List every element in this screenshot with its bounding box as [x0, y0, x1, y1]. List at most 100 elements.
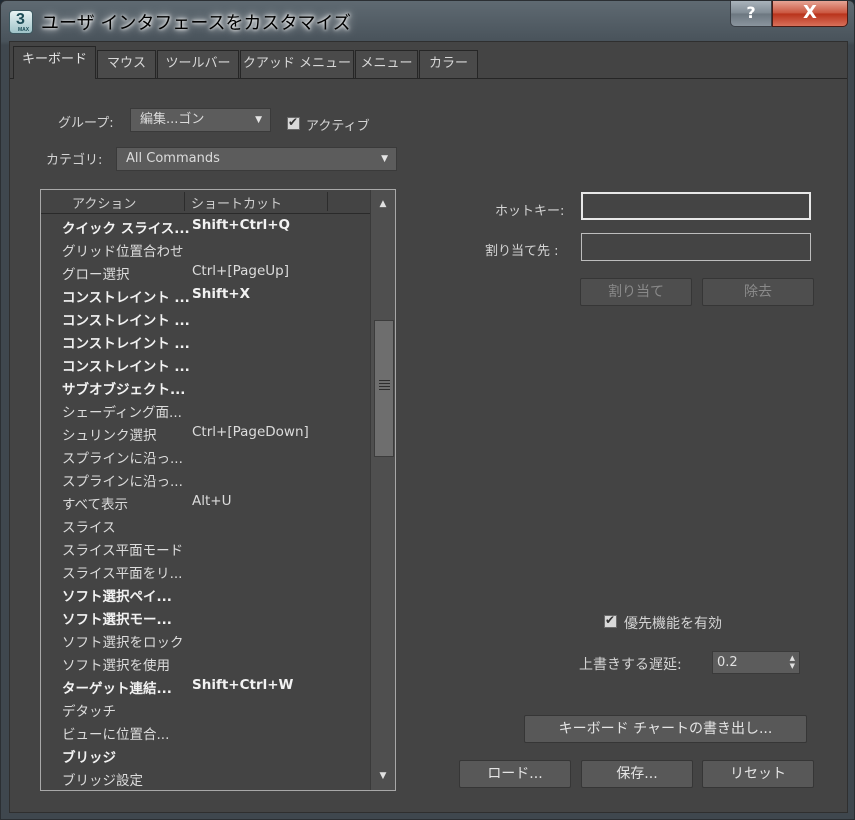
list-row[interactable]: デタッチ [41, 697, 370, 720]
save-button[interactable]: 保存... [581, 760, 693, 788]
column-header-action[interactable]: アクション [72, 193, 136, 212]
action-cell: ソフト選択モー... [62, 612, 172, 628]
active-checkbox-label: アクティブ [306, 119, 370, 134]
list-row[interactable]: グリッド位置合わせ [41, 237, 370, 260]
list-row[interactable]: ブリッジ設定 [41, 766, 370, 789]
category-dropdown-value: All Commands [126, 151, 220, 166]
action-cell: ビューに位置合... [62, 727, 170, 743]
tab-menus[interactable]: メニュー [355, 50, 418, 78]
action-cell: ブリッジ設定 [62, 773, 143, 789]
help-button[interactable]: ? [730, 1, 772, 27]
override-delay-label: 上書きする遅延: [579, 657, 682, 673]
list-row[interactable]: コンストレイント ... [41, 352, 370, 375]
action-cell: ソフト選択ペイ... [62, 589, 172, 605]
shortcut-cell: Shift+Ctrl+W [192, 677, 294, 693]
list-row[interactable]: グロー選択 Ctrl+[PageUp] [41, 260, 370, 283]
tab-mouse[interactable]: マウス [97, 50, 156, 78]
column-separator[interactable] [184, 192, 185, 211]
tab-toolbars[interactable]: ツールバー [157, 50, 239, 78]
list-row[interactable]: スプラインに沿っ... [41, 467, 370, 490]
action-cell: スプラインに沿っ... [62, 474, 183, 490]
reset-button[interactable]: リセット [702, 760, 814, 788]
action-list[interactable]: アクション ショートカット クイック スライス... Shift+Ctrl+Q グリ… [40, 189, 396, 791]
list-row[interactable]: シュリンク選択 Ctrl+[PageDown] [41, 421, 370, 444]
3dsmax-app-icon: 3 MAX [9, 10, 33, 34]
column-separator[interactable] [327, 192, 328, 211]
action-cell: コンストレイント ... [62, 336, 190, 352]
list-row[interactable]: ビューに位置合... [41, 720, 370, 743]
shortcut-cell: Alt+U [192, 493, 232, 509]
list-header: アクション ショートカット [41, 190, 370, 214]
action-cell: シェーディング面... [62, 405, 182, 421]
action-cell: シュリンク選択 [62, 428, 157, 444]
assigned-to-label: 割り当て先 : [485, 244, 559, 259]
hotkey-input[interactable] [581, 192, 811, 220]
list-row[interactable]: ソフト選択をロック [41, 628, 370, 651]
close-button[interactable]: X [772, 1, 848, 27]
assign-button[interactable]: 割り当て [580, 278, 692, 306]
action-cell: すべて表示 [62, 497, 129, 513]
list-row[interactable]: シェーディング面... [41, 398, 370, 421]
shortcut-cell: Ctrl+[PageUp] [192, 263, 289, 279]
window-title: ユーザ インタフェースをカスタマイズ [41, 13, 351, 34]
active-checkbox[interactable] [287, 115, 300, 130]
list-scrollbar[interactable]: ▲ ▼ [370, 190, 395, 790]
chevron-down-icon: ▼ [381, 154, 388, 164]
list-row[interactable]: スライス平面モード [41, 536, 370, 559]
list-row[interactable]: ソフト選択ペイ... [41, 582, 370, 605]
grip-icon [379, 380, 390, 392]
group-label: グループ: [58, 116, 114, 131]
scroll-up-arrow-icon[interactable]: ▲ [371, 194, 395, 214]
tab-divider [10, 78, 847, 79]
list-row[interactable]: スプラインに沿っ... [41, 444, 370, 467]
column-header-shortcut[interactable]: ショートカット [191, 193, 282, 212]
category-dropdown[interactable]: All Commands ▼ [116, 147, 397, 171]
list-row[interactable]: ブリッジ [41, 743, 370, 766]
list-row[interactable]: サブオブジェクト... [41, 375, 370, 398]
list-row[interactable]: コンストレイント ... [41, 306, 370, 329]
action-cell: デタッチ [62, 704, 116, 720]
list-row[interactable]: スライス平面をリ... [41, 559, 370, 582]
scroll-down-arrow-icon[interactable]: ▼ [371, 766, 395, 786]
load-button[interactable]: ロード... [459, 760, 571, 788]
list-row[interactable]: すべて表示 Alt+U [41, 490, 370, 513]
dialog-content: キーボード マウス ツールバー クアッド メニュー メニュー カラー グループ:… [9, 41, 848, 813]
override-delay-value: 0.2 [717, 655, 738, 670]
shortcut-cell: Shift+Ctrl+Q [192, 217, 291, 233]
shortcut-cell: Ctrl+[PageDown] [192, 424, 309, 440]
action-cell: グロー選択 [62, 267, 130, 283]
action-cell: スライス [62, 520, 116, 536]
scroll-thumb[interactable] [374, 320, 394, 457]
priority-checkbox[interactable] [604, 613, 617, 628]
remove-button[interactable]: 除去 [702, 278, 814, 306]
list-row[interactable]: ターゲット連結... Shift+Ctrl+W [41, 674, 370, 697]
app-icon-subtext: MAX [18, 27, 30, 33]
priority-checkbox-label: 優先機能を有効 [624, 616, 722, 632]
spinner-down-icon[interactable]: ▼ [790, 663, 795, 670]
list-row[interactable]: スライス [41, 513, 370, 536]
customize-ui-window: 3 MAX ユーザ インタフェースをカスタマイズ ? X キーボード マウス ツ… [0, 0, 855, 820]
spinner-up-icon[interactable]: ▲ [790, 655, 795, 662]
action-cell: クイック スライス... [62, 221, 190, 237]
action-cell: サブオブジェクト... [62, 382, 186, 398]
assigned-to-field[interactable] [581, 233, 811, 261]
tab-quad-menus[interactable]: クアッド メニュー [240, 50, 354, 78]
hotkey-label: ホットキー: [495, 204, 565, 219]
group-dropdown[interactable]: 編集...ゴン ▼ [130, 108, 271, 132]
action-cell: ソフト選択を使用 [62, 658, 170, 674]
tab-keyboard[interactable]: キーボード [13, 46, 96, 79]
shortcut-cell: Shift+X [192, 286, 251, 302]
export-keyboard-chart-button[interactable]: キーボード チャートの書き出し... [524, 715, 807, 743]
tab-colors[interactable]: カラー [419, 50, 478, 78]
list-row[interactable]: コンストレイント ... Shift+X [41, 283, 370, 306]
action-cell: グリッド位置合わせ [62, 244, 184, 260]
chevron-down-icon: ▼ [255, 115, 262, 125]
list-row[interactable]: コンストレイント ... [41, 329, 370, 352]
title-bar[interactable]: 3 MAX ユーザ インタフェースをカスタマイズ ? X [1, 1, 854, 41]
action-cell: コンストレイント ... [62, 290, 190, 306]
list-row[interactable]: ソフト選択を使用 [41, 651, 370, 674]
action-cell: スライス平面をリ... [62, 566, 183, 582]
override-delay-spinner[interactable]: 0.2 ▲ ▼ [712, 651, 800, 674]
list-row[interactable]: クイック スライス... Shift+Ctrl+Q [41, 214, 370, 237]
list-row[interactable]: ソフト選択モー... [41, 605, 370, 628]
